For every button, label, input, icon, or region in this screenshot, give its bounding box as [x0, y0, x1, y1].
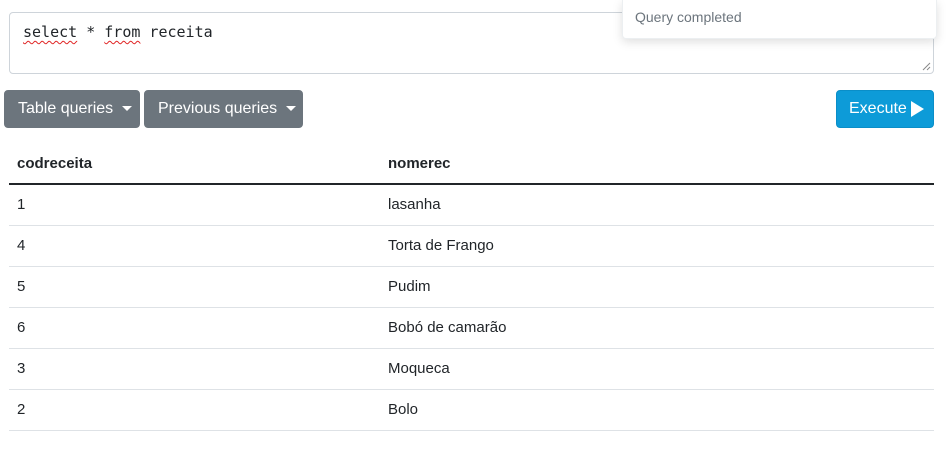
table-queries-label: Table queries — [18, 100, 114, 117]
cell-codreceita: 6 — [9, 307, 380, 349]
table-row: 1 lasanha — [9, 184, 934, 226]
results-table: codreceita nomerec 1 lasanha 4 Torta de … — [9, 144, 934, 431]
table-row: 5 Pudim — [9, 266, 934, 308]
table-row: 4 Torta de Frango — [9, 225, 934, 267]
table-header-row: codreceita nomerec — [9, 144, 934, 185]
caret-down-icon — [286, 105, 297, 111]
table-row: 2 Bolo — [9, 389, 934, 431]
sql-text-tail: receita — [140, 23, 213, 41]
execute-button[interactable]: Execute — [836, 90, 934, 128]
sql-text-middle: * — [77, 23, 105, 41]
resize-handle-icon[interactable] — [922, 62, 931, 71]
cell-nomerec: Moqueca — [380, 348, 934, 390]
cell-codreceita: 2 — [9, 389, 380, 431]
cell-codreceita: 3 — [9, 348, 380, 390]
toast-message: Query completed — [635, 9, 742, 25]
cell-nomerec: lasanha — [380, 184, 934, 226]
query-page: select * from receita Query completed Ta… — [0, 0, 949, 467]
column-header-codreceita[interactable]: codreceita — [9, 144, 380, 185]
table-queries-button[interactable]: Table queries — [4, 90, 140, 128]
cell-nomerec: Torta de Frango — [380, 225, 934, 267]
play-icon — [910, 101, 924, 117]
sql-editor-text: select * from receita — [23, 23, 213, 41]
cell-nomerec: Pudim — [380, 266, 934, 308]
execute-label: Execute — [849, 100, 907, 117]
cell-codreceita: 1 — [9, 184, 380, 226]
previous-queries-button[interactable]: Previous queries — [144, 90, 303, 128]
table-row: 6 Bobó de camarão — [9, 307, 934, 349]
sql-keyword-from: from — [104, 23, 141, 41]
sql-keyword-select: select — [23, 23, 78, 41]
caret-down-icon — [122, 105, 133, 111]
previous-queries-label: Previous queries — [158, 100, 278, 117]
toast-notification: Query completed — [622, 0, 937, 39]
cell-codreceita: 5 — [9, 266, 380, 308]
table-row: 3 Moqueca — [9, 348, 934, 390]
column-header-nomerec[interactable]: nomerec — [380, 144, 934, 185]
cell-nomerec: Bobó de camarão — [380, 307, 934, 349]
cell-codreceita: 4 — [9, 225, 380, 267]
cell-nomerec: Bolo — [380, 389, 934, 431]
